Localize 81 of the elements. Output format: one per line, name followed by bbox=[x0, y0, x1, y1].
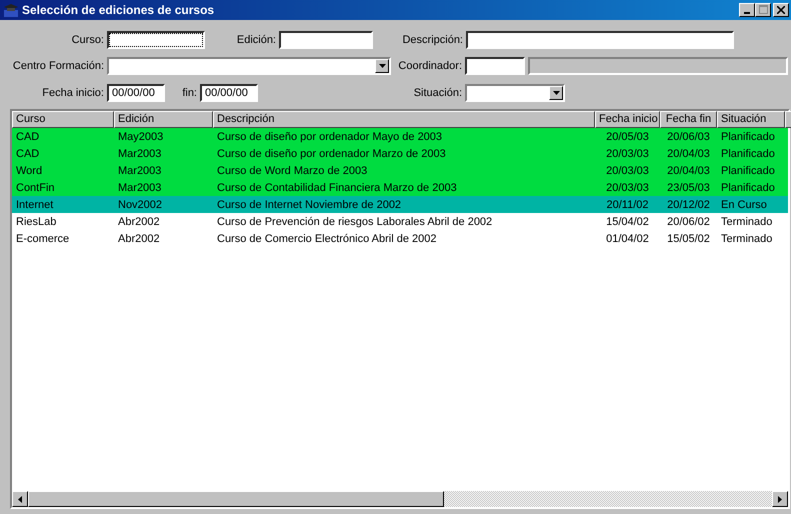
table-cell-text: Abr2002 bbox=[117, 216, 161, 228]
table-cell-text: Planificado bbox=[720, 164, 776, 176]
table-cell-text: Internet bbox=[15, 198, 54, 210]
table-cell-text: Curso de Prevención de riesgos Laborales Abril de 2002 bbox=[216, 216, 494, 228]
close-icon bbox=[777, 6, 785, 14]
table-cell-text: Word bbox=[15, 164, 44, 176]
table-cell-text: Curso de Comercio Electrónico Abril de 2002 bbox=[216, 232, 438, 244]
table-cell-text: CAD bbox=[15, 130, 40, 142]
table-cell-text: 20/12/02 bbox=[666, 198, 711, 210]
dropdown[interactable] bbox=[465, 84, 565, 102]
table-cell-text: Mar2003 bbox=[117, 164, 162, 176]
input-field[interactable] bbox=[465, 57, 525, 75]
column-header[interactable] bbox=[785, 111, 791, 128]
table-cell-text: Curso de Word Marzo de 2003 bbox=[216, 164, 368, 176]
field-label: Descripción: bbox=[401, 34, 463, 46]
table-row[interactable]: Internet Nov2002 Curso de Internet Noviembre de 2002 20/11/02 20/12/02 En Curso bbox=[12, 196, 788, 213]
table-cell-text: Mar2003 bbox=[117, 182, 162, 194]
field-label: Curso: bbox=[70, 34, 104, 46]
field-label: Fecha inicio: bbox=[41, 87, 104, 99]
table-cell-text: 20/04/03 bbox=[666, 164, 711, 176]
table-cell-text: Planificado bbox=[720, 148, 776, 160]
table-cell-text: Curso de diseño por ordenador Mayo de 2003 bbox=[216, 130, 444, 142]
field-label: Edición: bbox=[236, 34, 276, 46]
table-cell-text: Nov2002 bbox=[117, 198, 164, 210]
input-field[interactable] bbox=[107, 31, 205, 49]
table-cell-text: Planificado bbox=[720, 130, 776, 142]
table-cell-text: 15/05/02 bbox=[666, 232, 711, 244]
scroll-right-button[interactable] bbox=[772, 491, 788, 507]
table-cell-text: Planificado bbox=[720, 182, 776, 194]
table-cell-text: 20/06/02 bbox=[666, 216, 711, 228]
table-row[interactable]: CAD May2003 Curso de diseño por ordenador Mayo de 2003 20/05/03 20/06/03 Planificado bbox=[12, 128, 788, 145]
left-arrow-icon bbox=[18, 496, 22, 502]
table-cell-text: RiesLab bbox=[15, 216, 58, 228]
minimize-button[interactable] bbox=[739, 3, 755, 17]
maximize-button[interactable] bbox=[755, 3, 771, 17]
column-header[interactable]: Situación bbox=[717, 111, 785, 128]
table-cell-text: 20/05/03 bbox=[605, 130, 650, 142]
table-cell-text: 20/03/03 bbox=[605, 164, 650, 176]
table-cell-text: Curso de diseño por ordenador Marzo de 2003 bbox=[216, 148, 447, 160]
scrollbar-thumb[interactable] bbox=[28, 491, 444, 507]
column-header[interactable]: Fecha fin bbox=[660, 111, 717, 128]
table-cell-text: Terminado bbox=[720, 216, 774, 228]
table-cell-text: Curso de Contabilidad Financiera Marzo de 2003 bbox=[216, 182, 458, 194]
table-cell-text: 20/03/03 bbox=[605, 148, 650, 160]
right-arrow-icon bbox=[778, 496, 782, 502]
input-field[interactable] bbox=[279, 31, 373, 49]
column-header[interactable]: Curso bbox=[12, 111, 114, 128]
close-button[interactable] bbox=[773, 3, 789, 17]
column-header[interactable]: Fecha inicio bbox=[595, 111, 660, 128]
table-cell-text: ContFin bbox=[15, 182, 56, 194]
table-cell-text: 15/04/02 bbox=[605, 216, 650, 228]
maximize-icon bbox=[758, 5, 768, 14]
date-field[interactable]: 00/00/00 bbox=[200, 84, 258, 102]
table-cell-text: E-comerce bbox=[15, 232, 70, 244]
graduation-cap-icon bbox=[3, 2, 19, 18]
window-title: Selección de ediciones de cursos bbox=[22, 3, 216, 17]
table-cell-text: En Curso bbox=[720, 198, 768, 210]
table-row[interactable]: CAD Mar2003 Curso de diseño por ordenador Marzo de 2003 20/03/03 20/04/03 Planificado bbox=[12, 145, 788, 162]
column-header[interactable]: Descripción bbox=[213, 111, 595, 128]
field-label: Centro Formación: bbox=[12, 60, 104, 72]
field-label: fin: bbox=[181, 87, 197, 99]
field-label: Coordinador: bbox=[397, 60, 462, 72]
column-header[interactable]: Edición bbox=[114, 111, 213, 128]
table-cell-text: 20/04/03 bbox=[666, 148, 711, 160]
table-row[interactable]: Word Mar2003 Curso de Word Marzo de 2003 20/03/03 20/04/03 Planificado bbox=[12, 162, 788, 179]
scroll-left-button[interactable] bbox=[12, 491, 28, 507]
table-cell-text: 20/03/03 bbox=[605, 182, 650, 194]
table-cell-text: Terminado bbox=[720, 232, 774, 244]
field-label: Situación: bbox=[412, 87, 462, 99]
table-row[interactable]: ContFin Mar2003 Curso de Contabilidad Financiera Marzo de 2003 20/03/03 23/05/03 Planificado bbox=[12, 179, 788, 196]
input-field[interactable] bbox=[466, 31, 734, 49]
table-cell-text: 20/11/02 bbox=[605, 198, 650, 210]
table-cell-text: 23/05/03 bbox=[666, 182, 711, 194]
table-cell-text: May2003 bbox=[117, 130, 164, 142]
table-cell-text: Curso de Internet Noviembre de 2002 bbox=[216, 198, 402, 210]
table-cell-text: 20/06/03 bbox=[666, 130, 711, 142]
date-field[interactable]: 00/00/00 bbox=[107, 84, 165, 102]
table-cell-text: Mar2003 bbox=[117, 148, 162, 160]
table-cell-text: 01/04/02 bbox=[605, 232, 650, 244]
table-cell-text: Abr2002 bbox=[117, 232, 161, 244]
table-cell-text: CAD bbox=[15, 148, 40, 160]
